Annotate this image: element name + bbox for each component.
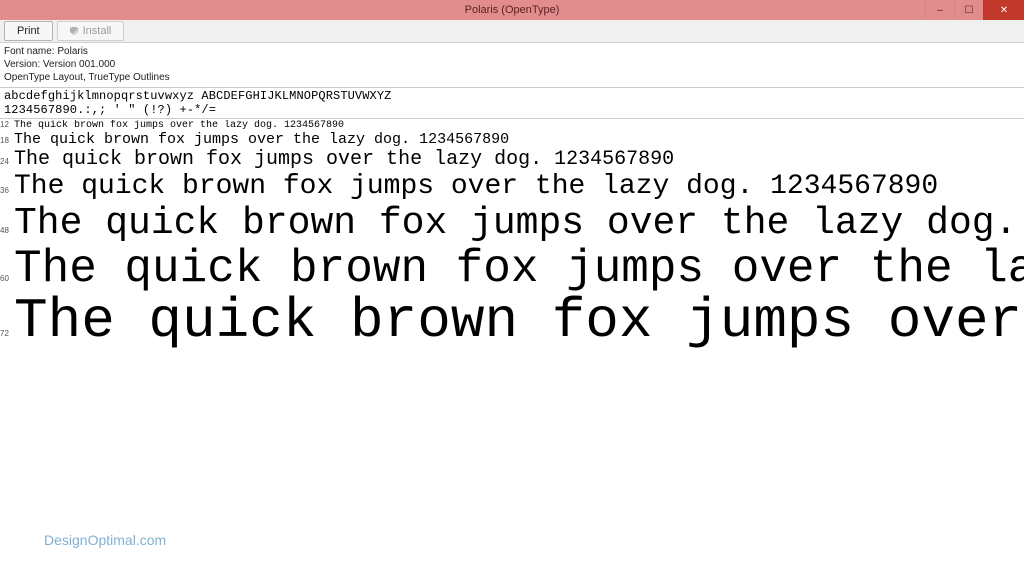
sample-text: The quick brown fox jumps over the lazy … (14, 120, 344, 131)
maximize-button[interactable]: ☐ (954, 0, 983, 20)
sample-text: The quick brown fox jumps over the lazy … (14, 171, 938, 202)
alpha-line: abcdefghijklmnopqrstuvwxyz ABCDEFGHIJKLM… (4, 89, 1020, 103)
toolbar: Print Install (0, 20, 1024, 43)
sample-row: 48 The quick brown fox jumps over the la… (0, 202, 1024, 245)
sample-row: 12 The quick brown fox jumps over the la… (0, 120, 1024, 131)
size-label: 12 (0, 120, 14, 129)
sample-row: 72 The quick brown fox jumps over the la… (0, 293, 1024, 349)
size-label: 24 (0, 157, 14, 166)
window-title: Polaris (OpenType) (0, 4, 1024, 16)
watermark: DesignOptimal.com (44, 532, 166, 548)
version-line: Version: Version 001.000 (4, 58, 1020, 71)
sample-text: The quick brown fox jumps over the lazy … (14, 148, 674, 171)
sample-row: 24 The quick brown fox jumps over the la… (0, 148, 1024, 171)
size-label: 72 (0, 329, 14, 338)
sample-text: The quick brown fox jumps over the lazy … (14, 245, 1024, 293)
sample-text: The quick brown fox jumps over the lazy … (14, 131, 509, 148)
font-name-value: Polaris (57, 46, 88, 57)
sample-row: 36 The quick brown fox jumps over the la… (0, 171, 1024, 202)
outline-info: OpenType Layout, TrueType Outlines (4, 71, 1020, 84)
sample-text: The quick brown fox jumps over the lazy … (14, 293, 1024, 349)
num-line: 1234567890.:,; ' " (!?) +-*/= (4, 103, 1020, 117)
install-button: Install (57, 21, 125, 41)
install-label: Install (83, 25, 112, 37)
size-label: 48 (0, 226, 14, 235)
sample-row: 18 The quick brown fox jumps over the la… (0, 131, 1024, 148)
titlebar: Polaris (OpenType) – ☐ ✕ (0, 0, 1024, 20)
font-name-label: Font name: (4, 46, 57, 57)
font-meta: Font name: Polaris Version: Version 001.… (0, 43, 1024, 86)
version-value: Version 001.000 (43, 59, 115, 70)
divider (0, 118, 1024, 119)
sample-row: 60 The quick brown fox jumps over the la… (0, 245, 1024, 293)
window-buttons: – ☐ ✕ (925, 0, 1024, 20)
print-button[interactable]: Print (4, 21, 53, 41)
divider (0, 87, 1024, 88)
sample-text: The quick brown fox jumps over the lazy … (14, 202, 1024, 245)
minimize-button[interactable]: – (925, 0, 954, 20)
size-label: 18 (0, 136, 14, 145)
alpha-sample: abcdefghijklmnopqrstuvwxyz ABCDEFGHIJKLM… (0, 89, 1024, 117)
font-name-line: Font name: Polaris (4, 45, 1020, 58)
version-label: Version: (4, 59, 43, 70)
size-label: 36 (0, 186, 14, 195)
size-label: 60 (0, 274, 14, 283)
close-button[interactable]: ✕ (983, 0, 1024, 20)
shield-icon (70, 27, 79, 36)
